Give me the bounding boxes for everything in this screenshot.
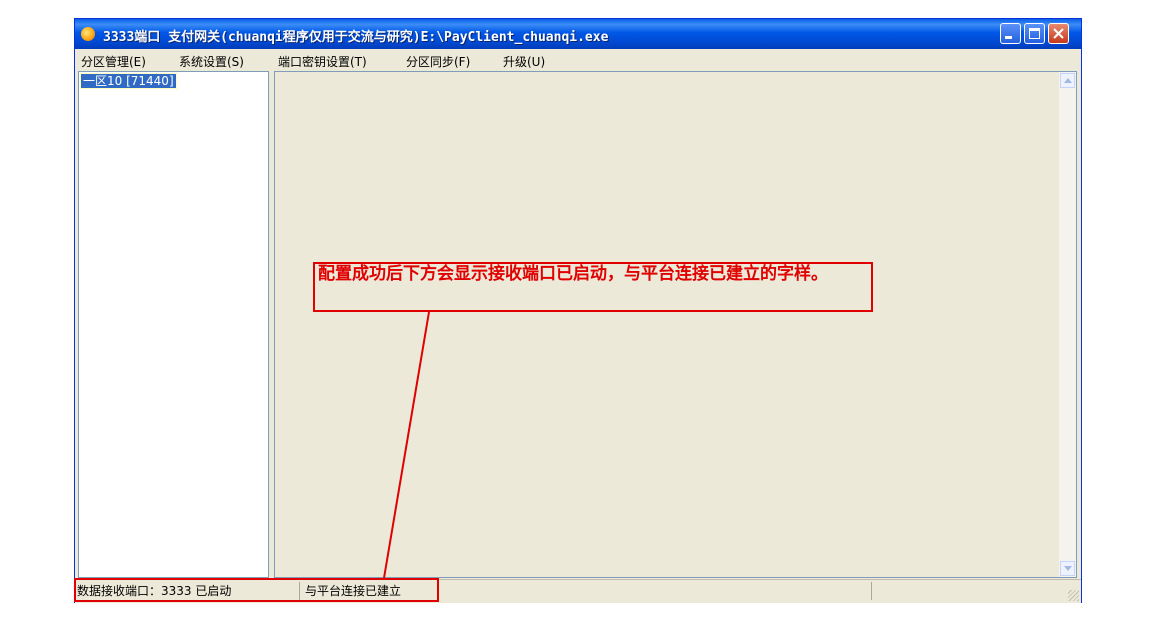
scroll-down-button[interactable] (1060, 561, 1075, 576)
resize-grip-icon[interactable] (1068, 590, 1079, 601)
menu-bar: 分区管理(E) 系统设置(S) 端口密钥设置(T) 分区同步(F) 升级(U) (75, 50, 1081, 70)
app-icon (81, 27, 95, 41)
menu-partition-sync[interactable]: 分区同步(F) (406, 53, 470, 70)
status-highlight-box (74, 578, 439, 602)
menu-upgrade[interactable]: 升级(U) (503, 53, 545, 70)
title-bar[interactable]: 3333端口 支付网关(chuanqi程序仅用于交流与研究)E:\PayClie… (75, 19, 1081, 49)
vertical-scrollbar[interactable] (1059, 72, 1076, 577)
status-empty-segment (875, 582, 1075, 600)
maximize-button[interactable] (1024, 23, 1045, 44)
tree-item-selected[interactable]: 一区10 [71440] (80, 73, 177, 89)
partition-tree[interactable]: 一区10 [71440] (78, 71, 269, 578)
minimize-icon (1005, 36, 1012, 39)
scroll-up-button[interactable] (1060, 73, 1075, 88)
close-icon (1053, 28, 1064, 39)
maximize-icon (1029, 28, 1040, 39)
scroll-up-icon (1064, 78, 1072, 83)
menu-port-key-settings[interactable]: 端口密钥设置(T) (278, 53, 367, 70)
log-panel[interactable] (274, 71, 1077, 578)
menu-system-settings[interactable]: 系统设置(S) (179, 53, 244, 70)
close-button[interactable] (1048, 23, 1069, 44)
window-title: 3333端口 支付网关(chuanqi程序仅用于交流与研究)E:\PayClie… (103, 30, 609, 45)
annotation-text: 配置成功后下方会显示接收端口已启动，与平台连接已建立的字样。 (318, 264, 828, 284)
annotation-callout: 配置成功后下方会显示接收端口已启动，与平台连接已建立的字样。 (313, 262, 873, 312)
scroll-down-icon (1064, 566, 1072, 571)
menu-partition-management[interactable]: 分区管理(E) (81, 53, 146, 70)
minimize-button[interactable] (1000, 23, 1021, 44)
